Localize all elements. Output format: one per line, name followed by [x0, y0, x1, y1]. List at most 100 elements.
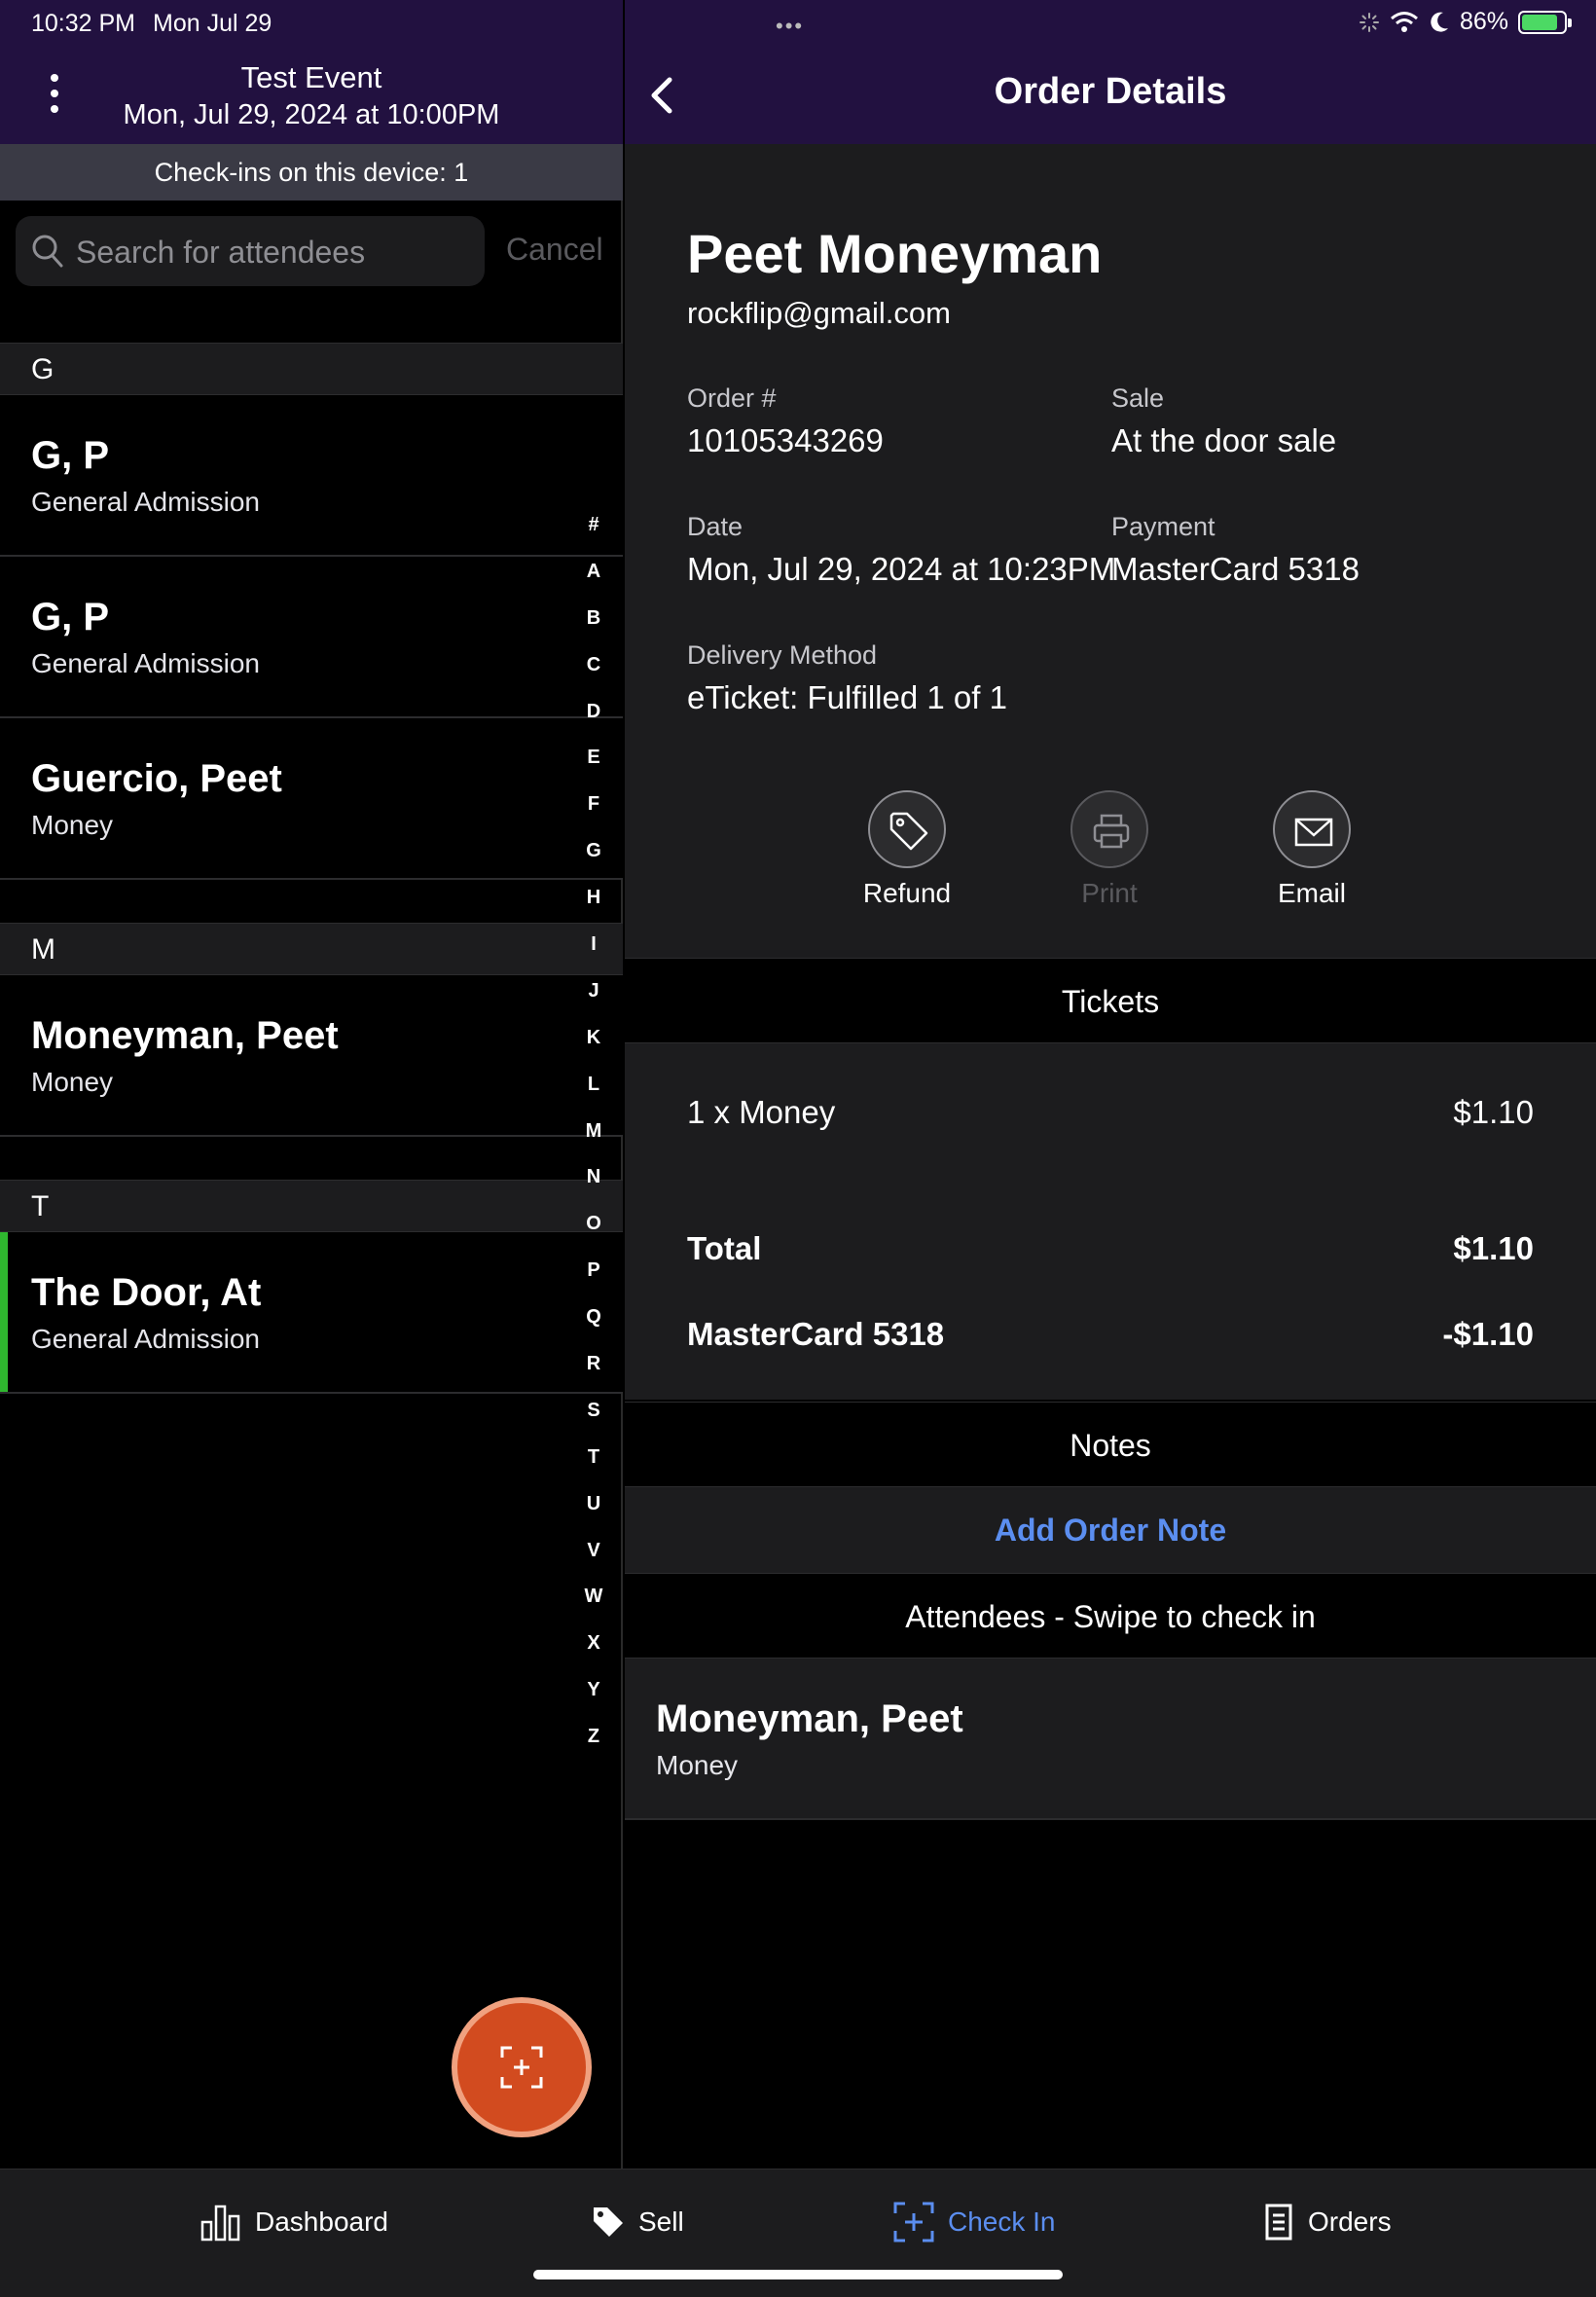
tab-dashboard[interactable]: Dashboard: [200, 2199, 388, 2245]
search-icon: [32, 235, 63, 268]
list-item-checked-in[interactable]: The Door, At General Admission: [0, 1232, 623, 1394]
alphabet-index-letter[interactable]: U: [576, 1489, 611, 1536]
tab-orders[interactable]: Orders: [1263, 2199, 1392, 2245]
payment-value: MasterCard 5318: [1111, 551, 1360, 587]
scan-add-icon: [893, 2202, 934, 2242]
alphabet-index-letter[interactable]: I: [576, 930, 611, 976]
alphabet-index-letter[interactable]: S: [576, 1396, 611, 1442]
list-item[interactable]: Guercio, Peet Money: [0, 718, 623, 880]
search-placeholder: Search for attendees: [76, 235, 366, 270]
email-label: Email: [1277, 878, 1346, 908]
wifi-icon: [1390, 11, 1418, 32]
envelope-icon: [1294, 818, 1333, 847]
alphabet-index-letter[interactable]: W: [576, 1582, 611, 1628]
tab-sell[interactable]: Sell: [592, 2199, 684, 2245]
alphabet-index-letter[interactable]: E: [576, 743, 611, 789]
alphabet-index-letter[interactable]: O: [576, 1209, 611, 1256]
tickets-card: 1 x Money $1.10 Total $1.10 MasterCard 5…: [625, 1043, 1596, 1400]
ticket-line-description: 1 x Money: [687, 1094, 836, 1130]
attendee-ticket-type: Money: [31, 810, 114, 840]
print-button[interactable]: Print: [1041, 790, 1178, 909]
order-date: Mon, Jul 29, 2024 at 10:23PM: [687, 551, 1116, 587]
attendee-ticket-type: General Admission: [31, 487, 261, 517]
alphabet-index-letter[interactable]: Y: [576, 1675, 611, 1722]
status-date: Mon Jul 29: [153, 10, 272, 37]
customer-email: rockflip@gmail.com: [687, 296, 951, 330]
attendee-name: G, P: [31, 596, 110, 638]
status-bar: 10:32 PM Mon Jul 29 ••• 86%: [0, 0, 1596, 47]
tag-icon: [594, 2207, 623, 2237]
alphabet-index-letter[interactable]: L: [576, 1070, 611, 1116]
order-attendee-row[interactable]: Moneyman, Peet Money: [625, 1659, 1596, 1820]
alphabet-index-letter[interactable]: Z: [576, 1722, 611, 1768]
event-date: Mon, Jul 29, 2024 at 10:00PM: [123, 99, 500, 130]
payment-line-label: MasterCard 5318: [687, 1316, 945, 1352]
scan-add-icon: [500, 2046, 543, 2089]
email-button[interactable]: Email: [1244, 790, 1380, 909]
attendees-heading: Attendees - Swipe to check in: [625, 1573, 1596, 1659]
cancel-button[interactable]: Cancel: [506, 232, 603, 268]
alphabet-index-letter[interactable]: #: [576, 510, 611, 557]
alphabet-index-letter[interactable]: J: [576, 976, 611, 1023]
delivery-value: eTicket: Fulfilled 1 of 1: [687, 679, 1007, 715]
list-item[interactable]: G, P General Admission: [0, 395, 623, 557]
checkins-count-banner: Check-ins on this device: 1: [0, 144, 623, 201]
scan-ticket-button[interactable]: [452, 1997, 592, 2137]
list-item[interactable]: Moneyman, Peet Money: [0, 975, 623, 1137]
order-number-label: Order #: [687, 383, 777, 413]
order-summary-card: Peet Moneyman rockflip@gmail.com Order #…: [625, 144, 1596, 958]
search-input[interactable]: Search for attendees: [16, 216, 485, 286]
event-title: Test Event: [240, 60, 382, 94]
attendee-name: Moneyman, Peet: [31, 1014, 339, 1057]
alphabet-index-letter[interactable]: B: [576, 603, 611, 650]
tab-label: Dashboard: [255, 2206, 388, 2237]
alphabet-index-letter[interactable]: M: [576, 1116, 611, 1163]
order-number: 10105343269: [687, 422, 884, 458]
receipt-icon: [1265, 2204, 1292, 2241]
add-order-note-button[interactable]: Add Order Note: [625, 1487, 1596, 1573]
alphabet-index-letter[interactable]: G: [576, 836, 611, 883]
order-details-pane: Order Details Peet Moneyman rockflip@gma…: [625, 0, 1596, 2169]
payment-label: Payment: [1111, 512, 1215, 541]
alphabet-index-letter[interactable]: Q: [576, 1302, 611, 1349]
delivery-label: Delivery Method: [687, 640, 878, 670]
tab-label: Sell: [638, 2206, 684, 2237]
alphabet-index-letter[interactable]: R: [576, 1349, 611, 1396]
attendee-name: Guercio, Peet: [31, 757, 282, 800]
total-label: Total: [687, 1230, 762, 1266]
alphabet-index-letter[interactable]: D: [576, 697, 611, 744]
payment-line-amount: -$1.10: [1442, 1316, 1534, 1352]
home-indicator[interactable]: [533, 2270, 1063, 2279]
attendee-ticket-type: Money: [656, 1750, 739, 1780]
attendee-ticket-type: Money: [31, 1067, 114, 1097]
alphabet-index-letter[interactable]: F: [576, 789, 611, 836]
alphabet-index-letter[interactable]: N: [576, 1162, 611, 1209]
list-item[interactable]: G, P General Admission: [0, 557, 623, 718]
sale-label: Sale: [1111, 383, 1165, 413]
alphabet-index-letter[interactable]: K: [576, 1023, 611, 1070]
alphabet-index-letter[interactable]: C: [576, 650, 611, 697]
section-header-g: G: [0, 343, 623, 395]
attendee-ticket-type: General Admission: [31, 1324, 261, 1354]
page-title: Order Details: [994, 71, 1227, 112]
bar-chart-icon: [200, 2205, 240, 2242]
status-time: 10:32 PM: [31, 10, 136, 37]
alphabet-index-letter[interactable]: A: [576, 557, 611, 603]
refund-button[interactable]: Refund: [839, 790, 975, 909]
attendee-name: G, P: [31, 434, 110, 477]
date-label: Date: [687, 512, 744, 541]
attendee-name: Moneyman, Peet: [656, 1697, 963, 1740]
multitasking-dots-icon[interactable]: •••: [776, 14, 804, 39]
attendee-list-pane: Test Event Mon, Jul 29, 2024 at 10:00PM …: [0, 0, 623, 2169]
tab-label: Check In: [948, 2206, 1056, 2237]
battery-percent: 86%: [1459, 8, 1508, 35]
alphabet-index-letter[interactable]: H: [576, 883, 611, 930]
tab-check-in[interactable]: Check In: [893, 2199, 1056, 2245]
alphabet-index-letter[interactable]: P: [576, 1256, 611, 1302]
ticket-line-amount: $1.10: [1453, 1094, 1534, 1130]
alphabet-index-letter[interactable]: T: [576, 1442, 611, 1489]
alphabet-index-letter[interactable]: V: [576, 1536, 611, 1583]
alphabet-index[interactable]: # A B C D E F G H I J K L M N O P Q R S T U V W X Y Z: [576, 510, 611, 1768]
sale-value: At the door sale: [1111, 422, 1337, 458]
alphabet-index-letter[interactable]: X: [576, 1628, 611, 1675]
